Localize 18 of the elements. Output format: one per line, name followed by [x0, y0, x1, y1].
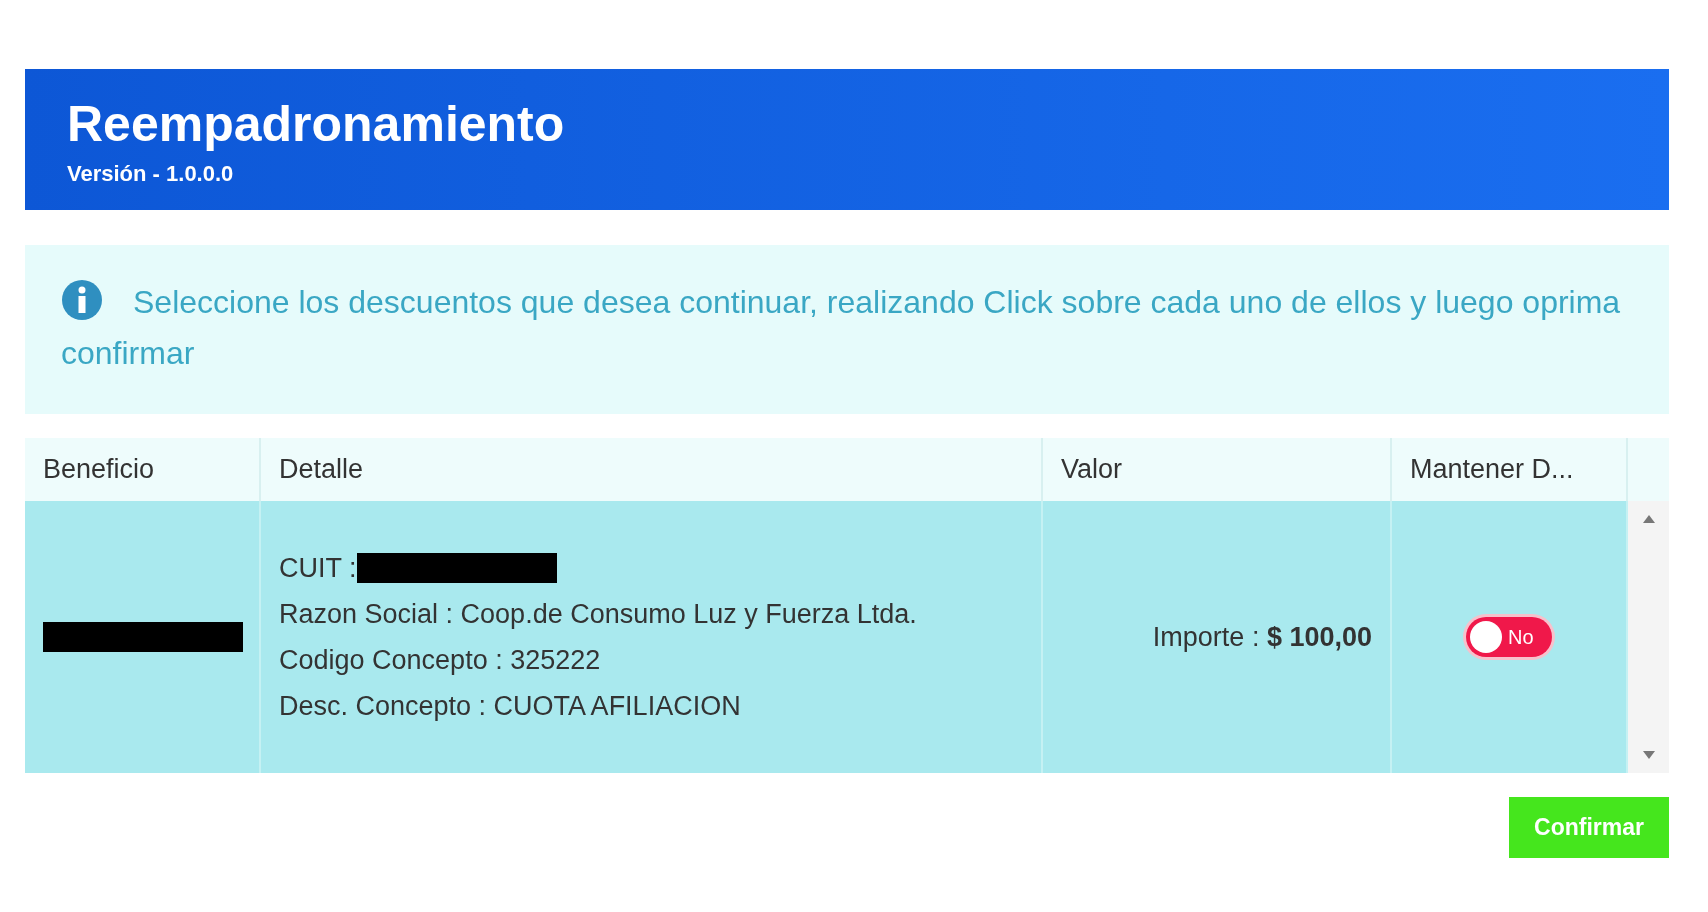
scroll-up-icon[interactable]: [1642, 515, 1655, 523]
keep-toggle[interactable]: No: [1466, 617, 1552, 657]
app-title: Reempadronamiento: [67, 95, 566, 153]
info-message: Seleccione los descuentos que desea continuar, realizando Click sobre cada uno de ellos y luego oprima confirmar: [61, 277, 1633, 379]
version-text: Versión - 1.0.0.0: [67, 161, 235, 187]
header-cell: [1628, 438, 1669, 501]
info-icon: [61, 279, 103, 321]
detail-text: Razon Social : Coop.de Consumo Luz y Fuerza Ltda.: [279, 598, 917, 631]
scrollbar[interactable]: [1628, 501, 1669, 773]
scroll-down-icon[interactable]: [1642, 751, 1655, 759]
detail-text: Desc. Concepto : CUOTA AFILIACION: [279, 690, 741, 723]
column-header: Detalle: [261, 438, 1043, 501]
detail-text: CUIT :: [279, 552, 357, 585]
detail-text: Codigo Concepto : 325222: [279, 644, 601, 677]
amount-text: Importe : $ 100,00: [1152, 621, 1372, 653]
column-header: Beneficio: [25, 438, 261, 501]
column-header: Mantener D...: [1392, 438, 1628, 501]
column-header: Valor: [1043, 438, 1392, 501]
